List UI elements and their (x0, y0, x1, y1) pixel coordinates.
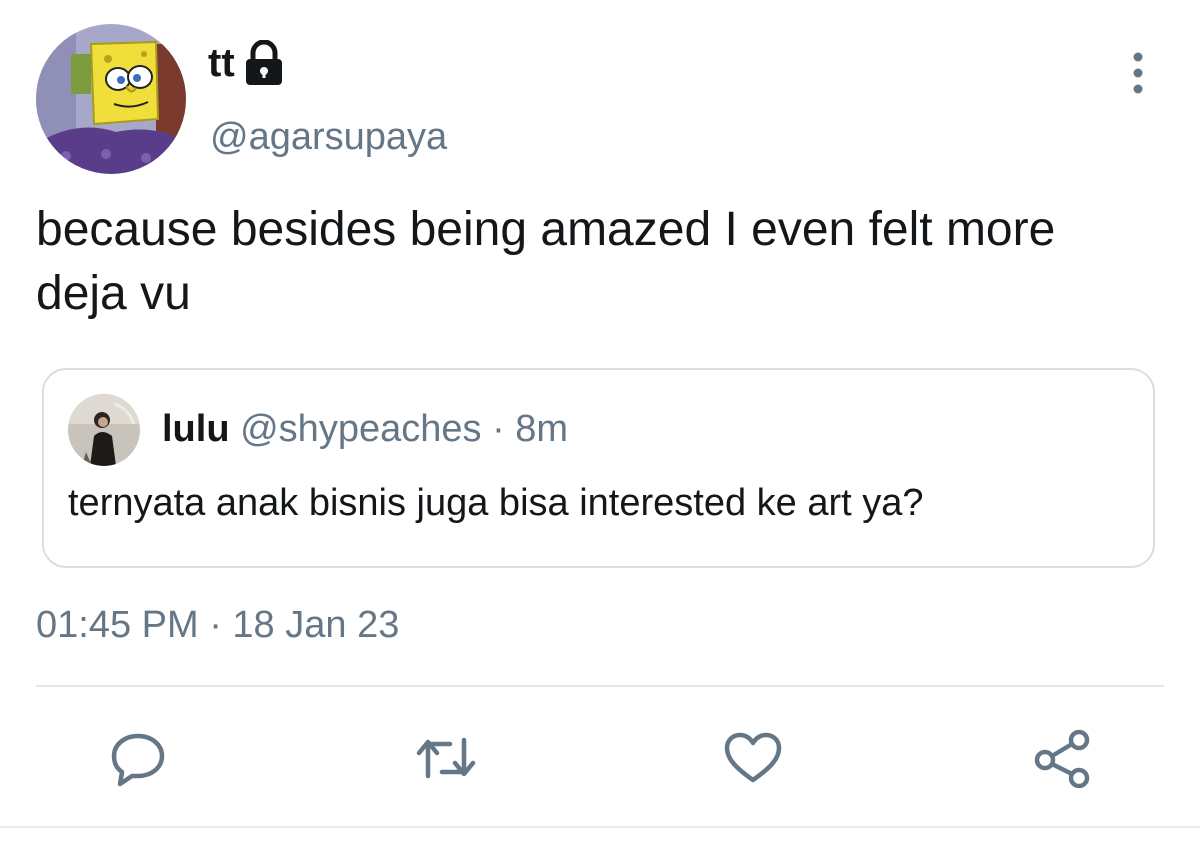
more-vertical-icon[interactable] (1124, 50, 1152, 96)
reply-icon[interactable] (108, 728, 168, 788)
quoted-author-avatar (68, 394, 140, 466)
cartoon-sponge-avatar-icon (36, 24, 186, 174)
quoted-tweet-header: lulu @shypeaches · 8m (162, 406, 568, 452)
person-photo-avatar-icon (68, 394, 140, 466)
quoted-tweet-age: 8m (515, 408, 569, 450)
quoted-meta-separator: · (492, 408, 505, 450)
tweet-timestamp: 01:45 PM · 18 Jan 23 (36, 604, 400, 646)
author-avatar[interactable] (36, 24, 186, 174)
quoted-tweet-text: ternyata anak bisnis juga bisa intereste… (68, 482, 924, 524)
lock-icon (243, 39, 285, 86)
heart-icon[interactable] (722, 728, 782, 788)
quoted-author-name[interactable]: lulu (162, 408, 230, 450)
bottom-divider (0, 826, 1200, 828)
author-handle[interactable]: @agarsupaya (210, 116, 447, 159)
divider (36, 685, 1164, 687)
quoted-author-handle[interactable]: @shypeaches (240, 408, 481, 450)
author-display-name[interactable]: tt (208, 43, 235, 83)
retweet-icon[interactable] (414, 728, 476, 788)
author-display-name-row: tt (208, 39, 285, 86)
tweet-text: because besides being amazed I even felt… (36, 203, 1056, 320)
share-icon[interactable] (1032, 728, 1092, 789)
quoted-tweet-card[interactable]: lulu @shypeaches · 8m ternyata anak bisn… (42, 368, 1155, 568)
